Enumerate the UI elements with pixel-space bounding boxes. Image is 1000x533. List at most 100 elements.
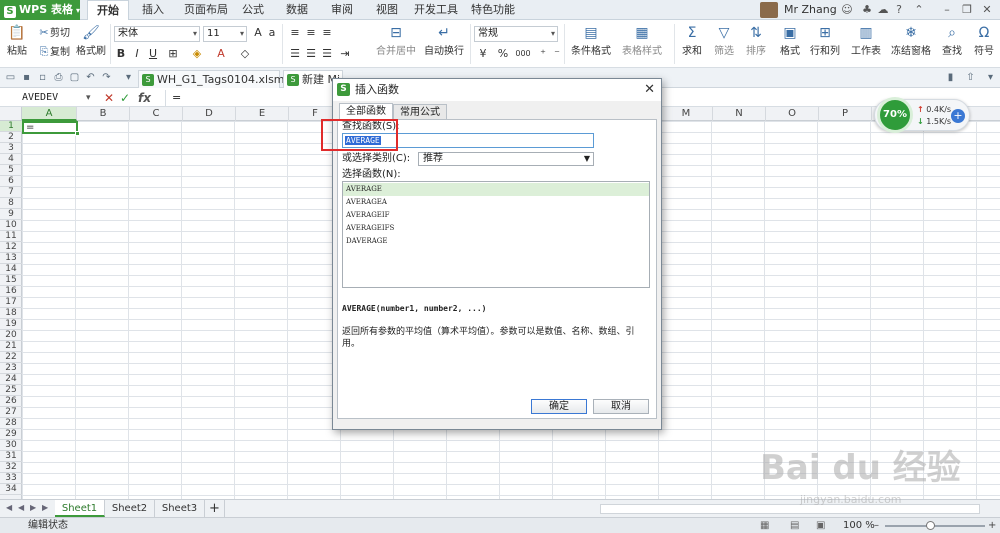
underline-icon[interactable]: U	[146, 47, 160, 61]
row-header[interactable]: 10	[0, 220, 22, 231]
tab-data[interactable]: 数据	[279, 0, 315, 20]
format-painter-button[interactable]: 🖌 格式刷	[76, 24, 106, 57]
tab-all-functions[interactable]: 全部函数	[339, 103, 393, 120]
eye-protection-icon[interactable]: ▣	[816, 518, 825, 533]
conditional-format-button[interactable]: ▤ 条件格式	[568, 24, 614, 57]
align-bottom-icon[interactable]: ≡	[320, 26, 334, 40]
cancel-icon[interactable]: ✕	[104, 90, 114, 106]
row-header[interactable]: 3	[0, 143, 22, 154]
number-format-select[interactable]: 常规 ▾	[474, 26, 558, 42]
row-header[interactable]: 11	[0, 231, 22, 242]
column-header[interactable]: A	[22, 107, 77, 121]
freeze-panes-button[interactable]: ❄ 冻结窗格	[890, 24, 932, 57]
tab-common-formulas[interactable]: 常用公式	[393, 104, 447, 120]
find-button[interactable]: ⌕ 查找	[938, 24, 966, 57]
tab-review[interactable]: 审阅	[324, 0, 360, 20]
increase-decimal-icon[interactable]: ⁺	[536, 47, 550, 61]
print-icon[interactable]: ⎙	[52, 71, 65, 84]
row-header[interactable]: 16	[0, 286, 22, 297]
zoom-slider-handle[interactable]	[926, 521, 935, 530]
column-header[interactable]: N	[713, 107, 766, 121]
close-icon[interactable]: ✕	[980, 3, 994, 17]
plus-icon[interactable]: +	[951, 109, 965, 123]
row-header[interactable]: 31	[0, 451, 22, 462]
row-header[interactable]: 5	[0, 165, 22, 176]
row-header[interactable]: 1	[0, 121, 22, 132]
row-header[interactable]: 24	[0, 374, 22, 385]
row-header[interactable]: 6	[0, 176, 22, 187]
sheet-tab-3[interactable]: Sheet3	[155, 500, 205, 517]
sum-button[interactable]: Σ 求和	[678, 24, 706, 57]
list-item[interactable]: AVERAGE	[343, 183, 649, 196]
fill-handle[interactable]	[75, 131, 80, 136]
cut-button[interactable]: ✂剪切	[38, 26, 70, 41]
select-all-corner[interactable]	[0, 107, 22, 121]
sort-button[interactable]: ⇅ 排序	[742, 24, 770, 57]
row-header[interactable]: 2	[0, 132, 22, 143]
avatar[interactable]	[760, 2, 778, 18]
font-shrink-icon[interactable]: a	[265, 26, 279, 40]
app-menu-button[interactable]: S WPS 表格 ▾	[0, 0, 80, 20]
format-button[interactable]: ▣ 格式	[776, 24, 804, 57]
network-speed-widget[interactable]: 70% ↑ 0.4K/s ↓ 1.5K/s +	[874, 97, 970, 133]
tab-formulas[interactable]: 公式	[235, 0, 271, 20]
column-header[interactable]: E	[236, 107, 289, 121]
row-header[interactable]: 14	[0, 264, 22, 275]
cloud-icon[interactable]: ☁	[876, 3, 890, 17]
minimize-icon[interactable]: –	[940, 3, 954, 17]
zoom-level[interactable]: 100 %	[843, 518, 875, 533]
filter-button[interactable]: ▽ 筛选	[710, 24, 738, 57]
row-header[interactable]: 12	[0, 242, 22, 253]
align-left-icon[interactable]: ☰	[288, 47, 302, 61]
cancel-button[interactable]: 取消	[593, 399, 649, 414]
sheet-tab-1[interactable]: Sheet1	[55, 500, 105, 517]
ribbon-collapse-icon[interactable]: ⌃	[912, 3, 926, 17]
font-name-select[interactable]: 宋体 ▾	[114, 26, 200, 42]
list-item[interactable]: AVERAGEIFS	[343, 222, 649, 235]
table-style-button[interactable]: ▦ 表格样式	[618, 24, 666, 57]
page-view-icon[interactable]: ▤	[790, 518, 799, 533]
column-header[interactable]: M	[660, 107, 713, 121]
row-header[interactable]: 22	[0, 352, 22, 363]
italic-icon[interactable]: I	[130, 47, 144, 61]
row-header[interactable]: 23	[0, 363, 22, 374]
percent-button[interactable]: %	[496, 47, 510, 61]
tab-special[interactable]: 特色功能	[465, 0, 521, 20]
tab-developer[interactable]: 开发工具	[412, 0, 460, 20]
zoom-in-icon[interactable]: +	[988, 518, 996, 533]
undo-icon[interactable]: ↶	[84, 71, 97, 84]
confirm-icon[interactable]: ✓	[120, 90, 130, 106]
align-right-icon[interactable]: ☰	[320, 47, 334, 61]
tab-home[interactable]: 开始	[87, 0, 129, 21]
open-icon[interactable]: ▭	[4, 71, 17, 84]
share-icon[interactable]: ⇧	[964, 71, 977, 84]
row-header[interactable]: 17	[0, 297, 22, 308]
skin-icon[interactable]: ☺	[840, 3, 854, 17]
insert-function-icon[interactable]: fx	[138, 90, 151, 106]
column-header[interactable]: D	[183, 107, 236, 121]
align-middle-icon[interactable]: ≡	[304, 26, 318, 40]
name-box[interactable]: AVEDEV	[22, 90, 92, 106]
column-header[interactable]: C	[130, 107, 183, 121]
category-select[interactable]: 推荐 ▼	[418, 152, 594, 166]
currency-icon[interactable]: ¥	[476, 47, 490, 61]
sheet-tab-2[interactable]: Sheet2	[105, 500, 155, 517]
user-name[interactable]: Mr Zhang	[784, 0, 837, 20]
row-header[interactable]: 15	[0, 275, 22, 286]
doc-tab-1[interactable]: SWH_G1_Tags0104.xlsm *	[138, 70, 285, 104]
wrap-text-button[interactable]: ↵ 自动换行	[424, 24, 464, 57]
list-item[interactable]: AVERAGEA	[343, 196, 649, 209]
row-header[interactable]: 4	[0, 154, 22, 165]
tab-insert[interactable]: 插入	[135, 0, 171, 20]
save-icon[interactable]: ▪	[20, 71, 33, 84]
indent-icon[interactable]: ⇥	[338, 47, 352, 61]
row-header[interactable]: 25	[0, 385, 22, 396]
column-header[interactable]: P	[819, 107, 872, 121]
row-header[interactable]: 18	[0, 308, 22, 319]
add-sheet-icon[interactable]: +	[205, 500, 225, 517]
next-sheet-icon[interactable]: ▶	[30, 503, 36, 512]
first-sheet-icon[interactable]: ◀	[6, 503, 12, 512]
shirt-icon[interactable]: ♣	[860, 3, 874, 17]
restore-icon[interactable]: ❐	[960, 3, 974, 17]
active-cell-a1[interactable]: =	[22, 121, 78, 134]
